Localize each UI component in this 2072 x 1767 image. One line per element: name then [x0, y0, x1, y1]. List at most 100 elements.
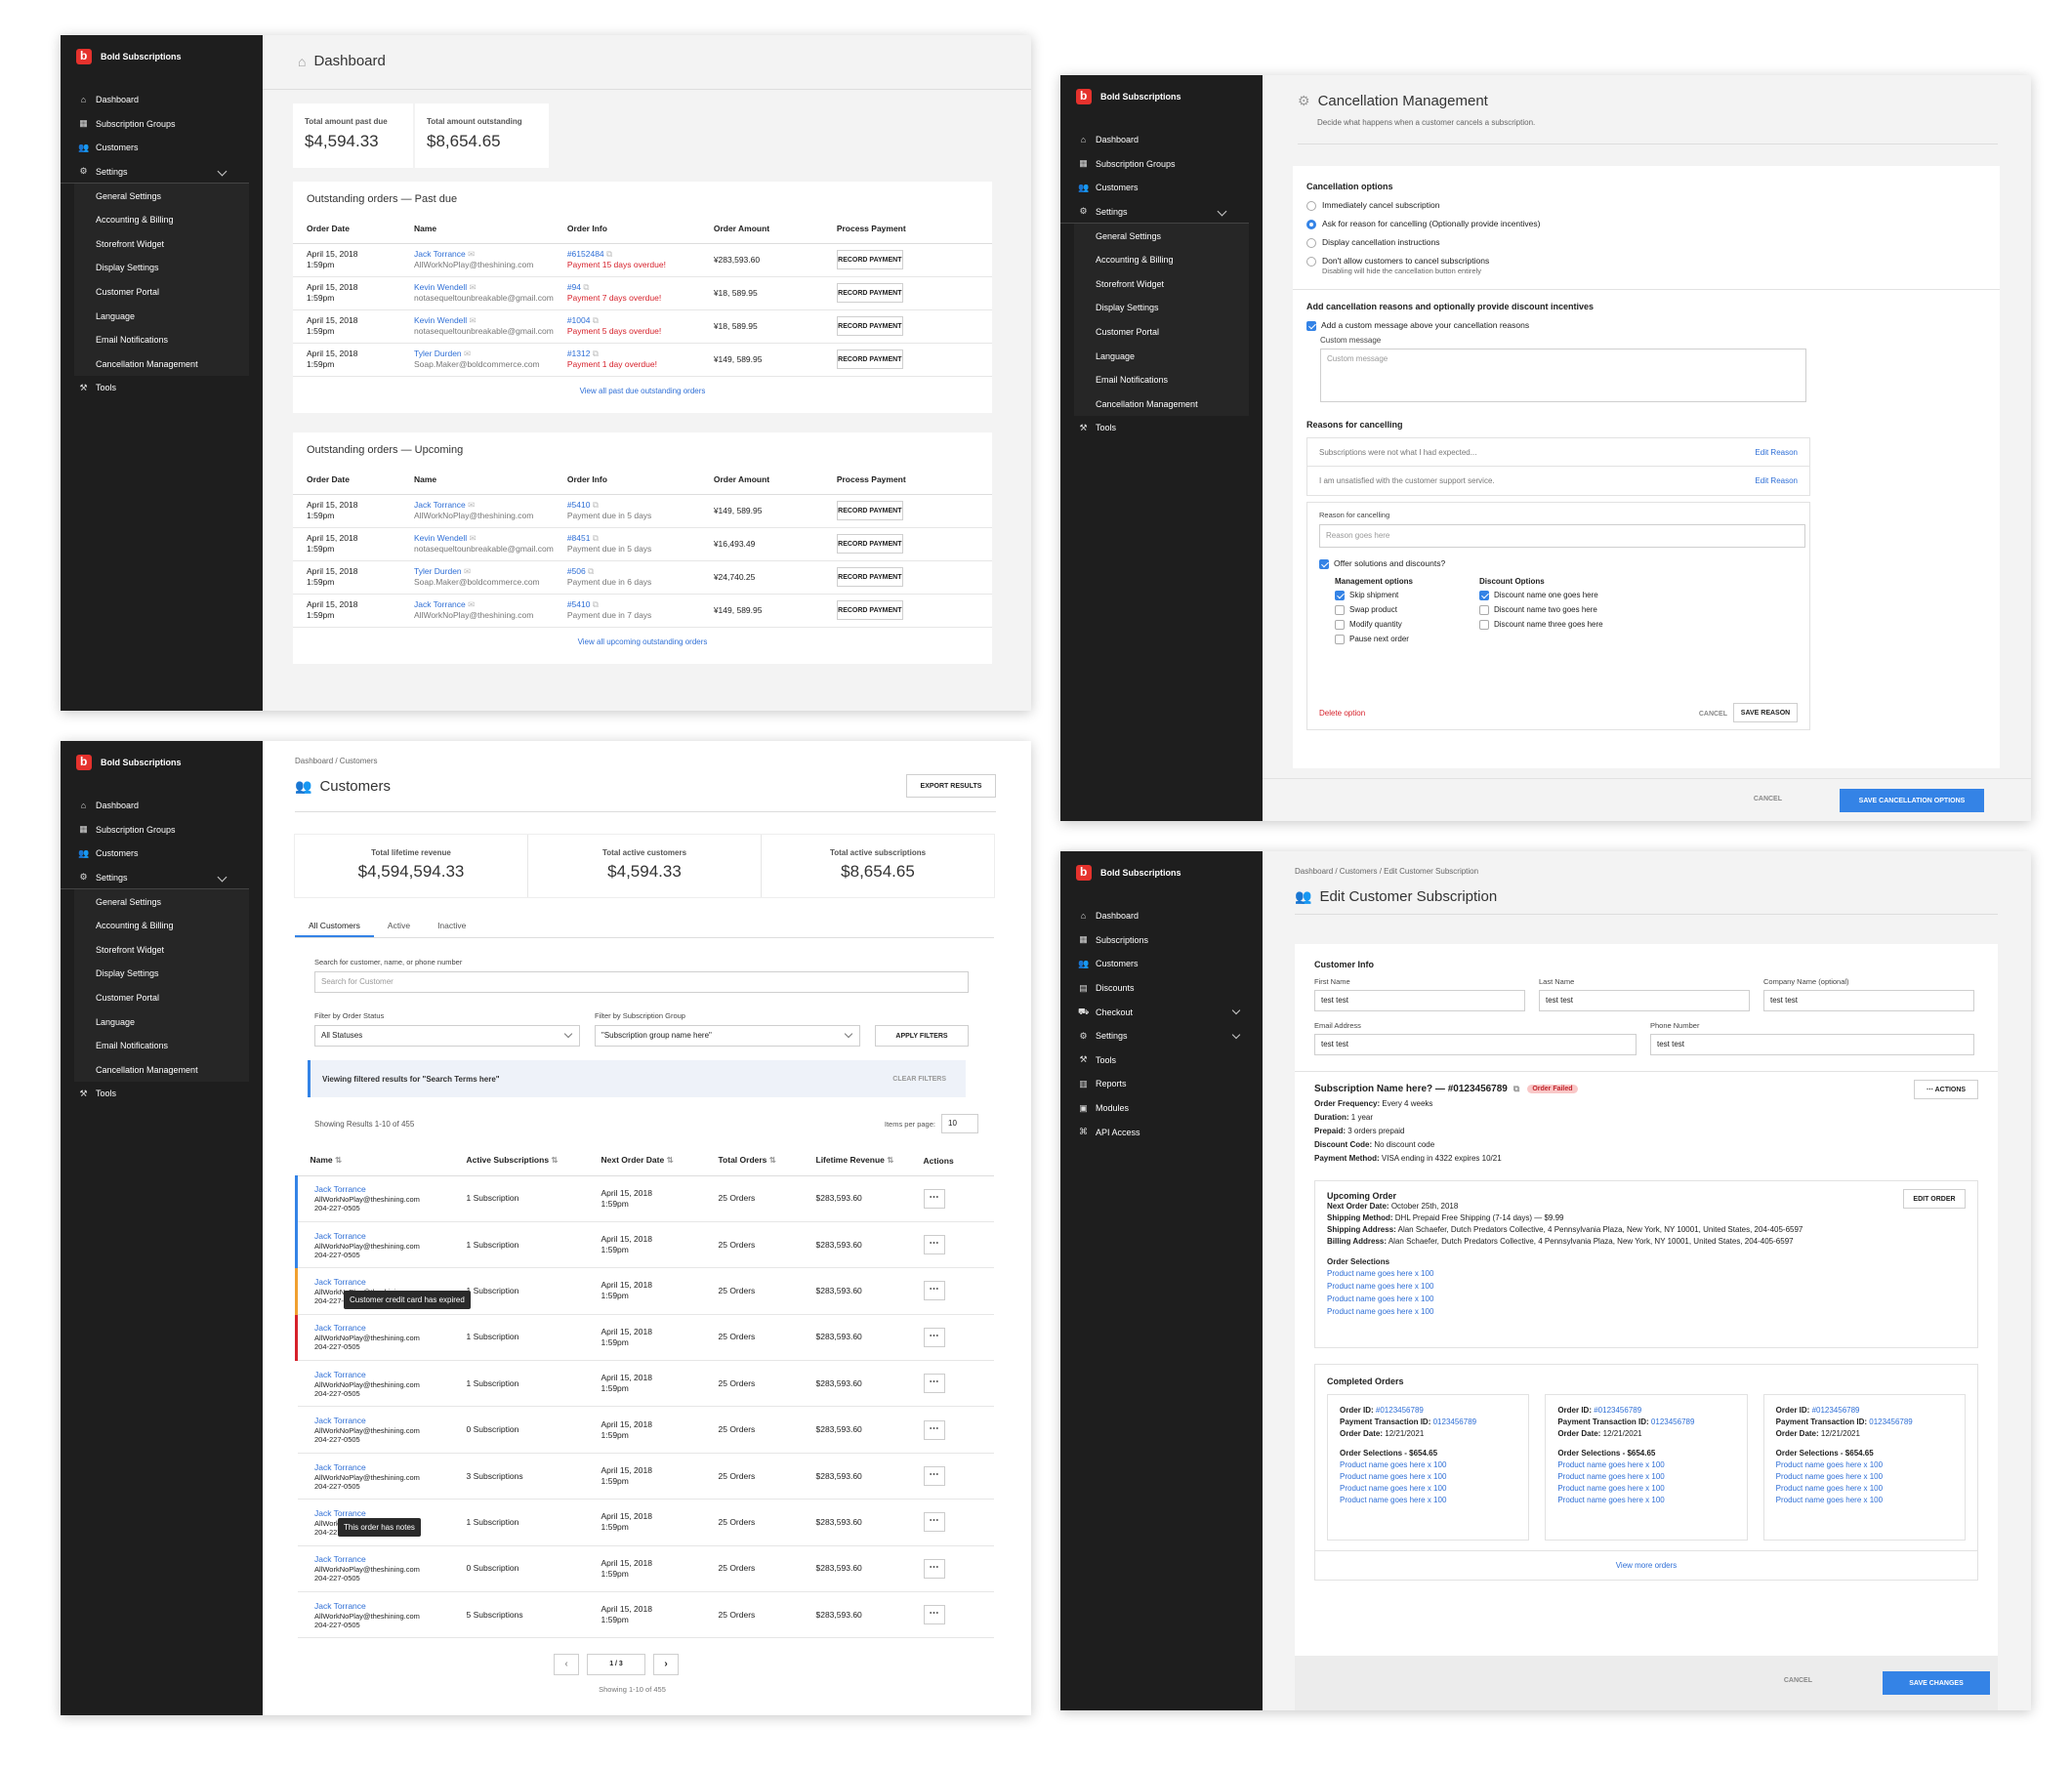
- product-link[interactable]: Product name goes here x 100: [1557, 1471, 1734, 1483]
- customer-link[interactable]: Tyler Durden ✉: [414, 566, 554, 577]
- nav-customer-portal[interactable]: Customer Portal: [74, 279, 249, 305]
- more-actions-button[interactable]: ⋯: [923, 1466, 945, 1487]
- order-link[interactable]: #94 ⧉: [567, 282, 700, 293]
- customer-name-link[interactable]: Jack Torrance: [314, 1231, 453, 1242]
- management-option[interactable]: Pause next order: [1335, 634, 1479, 645]
- customer-link[interactable]: Kevin Wendell ✉: [414, 282, 554, 293]
- order-link[interactable]: #6152484 ⧉: [567, 249, 700, 260]
- order-id-link[interactable]: 0123456789: [1869, 1418, 1913, 1426]
- save-changes-button[interactable]: SAVE CHANGES: [1883, 1671, 1990, 1695]
- nav-customers[interactable]: 👥 Customers: [1060, 176, 1263, 200]
- column-header[interactable]: Name: [400, 465, 554, 495]
- edit-reason-link[interactable]: Edit Reason: [1755, 476, 1798, 485]
- order-link[interactable]: #5410 ⧉: [567, 599, 700, 610]
- edit-order-button[interactable]: EDIT ORDER: [1903, 1189, 1966, 1209]
- nav-dashboard[interactable]: ⌂ Dashboard: [1060, 904, 1263, 928]
- opt-instructions[interactable]: Display cancellation instructions: [1306, 236, 1986, 248]
- product-link[interactable]: Product name goes here x 100: [1327, 1268, 1966, 1280]
- column-header[interactable]: Next Order Date ⇅: [587, 1146, 705, 1176]
- opt-immediate[interactable]: Immediately cancel subscription: [1306, 199, 1986, 211]
- checkbox[interactable]: [1335, 619, 1345, 630]
- first-name-input[interactable]: test test: [1314, 990, 1525, 1011]
- nav-dashboard[interactable]: ⌂ Dashboard: [61, 794, 263, 818]
- checkbox-checked[interactable]: [1479, 590, 1489, 600]
- product-link[interactable]: Product name goes here x 100: [1340, 1459, 1516, 1471]
- customer-name-link[interactable]: Jack Torrance: [314, 1601, 453, 1612]
- order-id-link[interactable]: #0123456789: [1594, 1406, 1641, 1415]
- record-payment-button[interactable]: RECORD PAYMENT: [836, 283, 903, 303]
- management-option[interactable]: Modify quantity: [1335, 619, 1479, 631]
- management-option[interactable]: Skip shipment: [1335, 590, 1479, 601]
- view-past-due-link[interactable]: View all past due outstanding orders: [293, 377, 992, 395]
- customer-link[interactable]: Kevin Wendell ✉: [414, 315, 554, 326]
- order-link[interactable]: #5410 ⧉: [567, 500, 700, 511]
- nav-tools[interactable]: ⚒ Tools: [1060, 416, 1263, 440]
- radio-selected[interactable]: [1306, 219, 1316, 229]
- nav-reports[interactable]: ▥ Reports: [1060, 1072, 1263, 1096]
- nav-tools[interactable]: ⚒ Tools: [1060, 1048, 1263, 1073]
- nav-dashboard[interactable]: ⌂ Dashboard: [1060, 128, 1263, 152]
- nav-accounting-billing[interactable]: Accounting & Billing: [1074, 247, 1249, 272]
- more-actions-button[interactable]: ⋯: [923, 1605, 945, 1625]
- clear-filters-button[interactable]: CLEAR FILTERS: [892, 1076, 946, 1083]
- nav-customers[interactable]: 👥 Customers: [61, 136, 263, 160]
- prev-page-button[interactable]: ‹: [554, 1654, 579, 1675]
- save-reason-button[interactable]: SAVE REASON: [1733, 703, 1798, 722]
- customer-link[interactable]: Jack Torrance ✉: [414, 599, 554, 610]
- per-page-select[interactable]: 10: [941, 1114, 978, 1133]
- custom-message-input[interactable]: Custom message: [1320, 349, 1806, 402]
- order-id-link[interactable]: #0123456789: [1812, 1406, 1860, 1415]
- nav-storefront-widget[interactable]: Storefront Widget: [74, 231, 249, 257]
- opt-ask-reason[interactable]: Ask for reason for cancelling (Optionall…: [1306, 218, 1986, 229]
- order-link[interactable]: #1004 ⧉: [567, 315, 700, 326]
- actions-button[interactable]: ⋯ ACTIONS: [1914, 1080, 1978, 1099]
- product-link[interactable]: Product name goes here x 100: [1776, 1471, 1953, 1483]
- customer-link[interactable]: Jack Torrance ✉: [414, 249, 554, 260]
- checkbox-checked[interactable]: [1335, 590, 1345, 600]
- offer-checkbox[interactable]: Offer solutions and discounts?: [1319, 557, 1798, 569]
- record-payment-button[interactable]: RECORD PAYMENT: [836, 349, 903, 369]
- column-header[interactable]: Order Amount: [699, 465, 823, 495]
- order-id-link[interactable]: 0123456789: [1651, 1418, 1695, 1426]
- customer-name-link[interactable]: Jack Torrance: [314, 1184, 453, 1195]
- phone-input[interactable]: test test: [1650, 1034, 1974, 1055]
- nav-customers[interactable]: 👥 Customers: [61, 842, 263, 866]
- nav-settings[interactable]: ⚙ Settings: [61, 160, 249, 185]
- footer-cancel-button[interactable]: CANCEL: [1784, 1677, 1812, 1684]
- customer-name-link[interactable]: Jack Torrance: [314, 1416, 453, 1426]
- tab-all-customers[interactable]: All Customers: [295, 915, 374, 937]
- nav-customers[interactable]: 👥 Customers: [1060, 952, 1263, 976]
- column-header[interactable]: Process Payment: [822, 465, 992, 495]
- more-actions-button[interactable]: ⋯: [923, 1327, 945, 1347]
- product-link[interactable]: Product name goes here x 100: [1327, 1281, 1966, 1293]
- group-filter-select[interactable]: "Subscription group name here": [595, 1025, 860, 1047]
- nav-api-access[interactable]: ⌘ API Access: [1060, 1120, 1263, 1144]
- tab-active[interactable]: Active: [374, 915, 424, 937]
- column-header[interactable]: Lifetime Revenue ⇅: [802, 1146, 910, 1176]
- checkbox[interactable]: [1335, 604, 1345, 615]
- nav-discounts[interactable]: ▤ Discounts: [1060, 976, 1263, 1001]
- column-header[interactable]: Name ⇅: [296, 1146, 453, 1176]
- product-link[interactable]: Product name goes here x 100: [1327, 1294, 1966, 1305]
- column-header[interactable]: Total Orders ⇅: [704, 1146, 803, 1176]
- nav-dashboard[interactable]: ⌂ Dashboard: [61, 88, 263, 112]
- column-header[interactable]: Order Amount: [699, 214, 823, 244]
- column-header[interactable]: Order Date: [293, 214, 400, 244]
- more-actions-button[interactable]: ⋯: [923, 1558, 945, 1579]
- nav-display-settings[interactable]: Display Settings: [1074, 296, 1249, 320]
- reason-input[interactable]: Reason goes here: [1319, 524, 1805, 548]
- customer-link[interactable]: Kevin Wendell ✉: [414, 533, 554, 544]
- product-link[interactable]: Product name goes here x 100: [1776, 1483, 1953, 1495]
- checkbox-checked[interactable]: [1306, 320, 1316, 331]
- nav-general-settings[interactable]: General Settings: [1074, 224, 1249, 248]
- footer-cancel-button[interactable]: CANCEL: [1754, 796, 1782, 802]
- nav-settings[interactable]: ⚙ Settings: [1060, 1024, 1263, 1048]
- discount-option[interactable]: Discount name one goes here: [1479, 590, 1603, 601]
- product-link[interactable]: Product name goes here x 100: [1340, 1483, 1516, 1495]
- export-results-button[interactable]: EXPORT RESULTS: [906, 774, 996, 798]
- nav-modules[interactable]: ▣ Modules: [1060, 1096, 1263, 1121]
- nav-display-settings[interactable]: Display Settings: [74, 256, 249, 280]
- cancel-reason-button[interactable]: CANCEL: [1699, 711, 1727, 718]
- custom-message-checkbox[interactable]: Add a custom message above your cancella…: [1306, 319, 1986, 331]
- product-link[interactable]: Product name goes here x 100: [1557, 1483, 1734, 1495]
